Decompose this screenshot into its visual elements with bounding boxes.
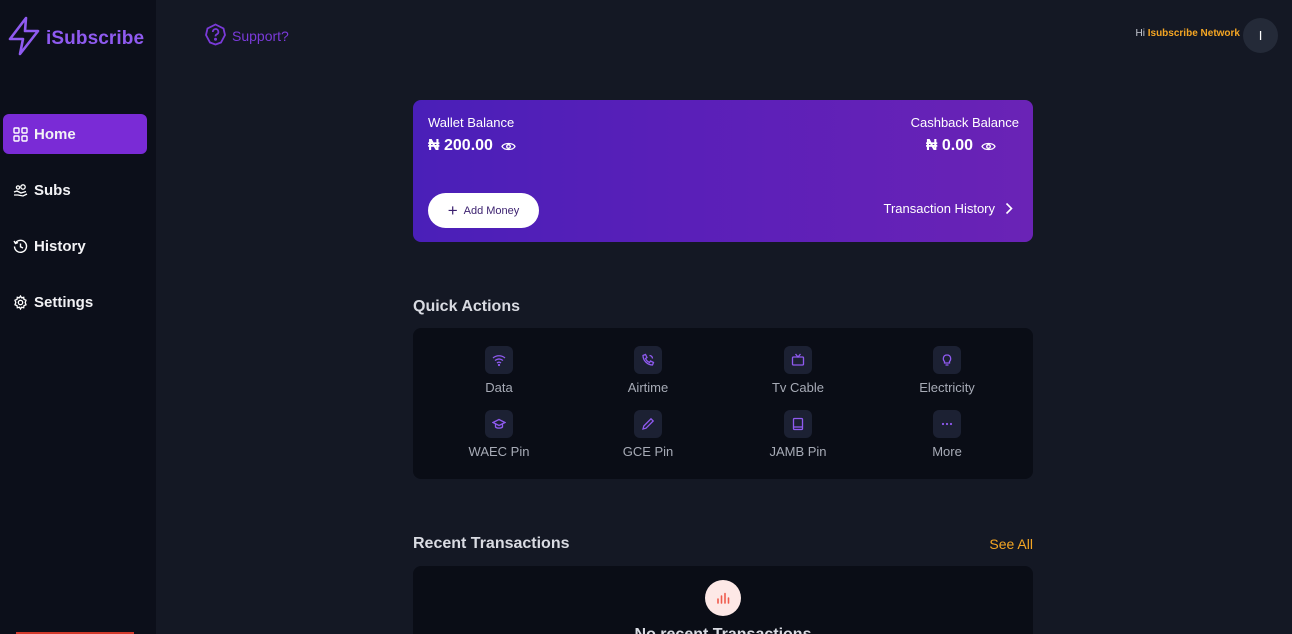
wallet-balance-label: Wallet Balance bbox=[428, 115, 515, 130]
quick-actions-panel: Data Airtime Tv Cable Electricity WAEC P… bbox=[413, 328, 1033, 479]
wifi-icon bbox=[485, 346, 513, 374]
hand-coins-icon bbox=[13, 183, 28, 198]
user-greeting: Hi Isubscribe Network bbox=[1136, 28, 1241, 39]
quick-action-label: Data bbox=[485, 380, 513, 395]
quick-action-label: Tv Cable bbox=[771, 380, 825, 395]
sidebar-item-label: Home bbox=[34, 125, 76, 143]
recent-transactions-panel: No recent Transactions bbox=[413, 566, 1033, 634]
quick-action-label: JAMB Pin bbox=[769, 444, 827, 459]
quick-action-more[interactable]: More bbox=[887, 410, 1007, 459]
sidebar-item-home[interactable]: Home bbox=[3, 114, 147, 154]
wallet-balance-amount: ₦ 200.00 bbox=[428, 137, 516, 155]
graduation-cap-icon bbox=[485, 410, 513, 438]
eye-icon[interactable] bbox=[501, 141, 516, 152]
quick-actions-title: Quick Actions bbox=[413, 298, 520, 315]
sidebar: iSubscribe Home Subs History Settings bbox=[0, 0, 156, 634]
quick-action-label: Airtime bbox=[627, 380, 669, 395]
plus-icon: + bbox=[447, 201, 458, 220]
support-label: Support? bbox=[232, 28, 289, 44]
history-icon bbox=[13, 239, 28, 254]
sidebar-item-subs[interactable]: Subs bbox=[3, 170, 147, 210]
quick-action-label: More bbox=[932, 444, 962, 459]
cashback-balance-amount: ₦ 0.00 bbox=[926, 137, 996, 155]
book-icon bbox=[784, 410, 812, 438]
avatar[interactable]: I bbox=[1243, 18, 1278, 53]
sidebar-item-history[interactable]: History bbox=[3, 226, 147, 266]
wallet-card: Wallet Balance ₦ 200.00 Cashback Balance… bbox=[413, 100, 1033, 242]
greeting-prefix: Hi bbox=[1135, 28, 1145, 39]
more-dots-icon bbox=[933, 410, 961, 438]
recent-transactions-title: Recent Transactions bbox=[413, 535, 570, 552]
sidebar-item-label: Settings bbox=[34, 293, 94, 311]
cashback-balance-value: ₦ 0.00 bbox=[925, 137, 973, 154]
lightbulb-icon bbox=[933, 346, 961, 374]
brand-logo[interactable]: iSubscribe bbox=[6, 16, 144, 61]
sidebar-nav: Home Subs History Settings bbox=[3, 114, 147, 338]
pencil-icon bbox=[634, 410, 662, 438]
wallet-balance-value: ₦ 200.00 bbox=[428, 137, 493, 154]
quick-action-tv-cable[interactable]: Tv Cable bbox=[738, 346, 858, 395]
quick-action-gce-pin[interactable]: GCE Pin bbox=[588, 410, 708, 459]
quick-action-data[interactable]: Data bbox=[439, 346, 559, 395]
eye-icon[interactable] bbox=[981, 141, 996, 152]
user-name: Isubscribe Network bbox=[1147, 28, 1240, 39]
quick-action-label: Electricity bbox=[919, 380, 975, 395]
quick-action-label: GCE Pin bbox=[622, 444, 674, 459]
phone-icon bbox=[634, 346, 662, 374]
lightning-bolt-icon bbox=[6, 16, 42, 61]
support-link[interactable]: Support? bbox=[204, 23, 289, 49]
transaction-history-label: Transaction History bbox=[883, 201, 996, 216]
quick-action-waec-pin[interactable]: WAEC Pin bbox=[439, 410, 559, 459]
add-money-button[interactable]: + Add Money bbox=[428, 193, 539, 228]
sidebar-item-label: Subs bbox=[34, 181, 71, 199]
brand-name: iSubscribe bbox=[46, 27, 145, 49]
chevron-right-icon bbox=[1005, 202, 1013, 215]
sidebar-item-label: History bbox=[34, 237, 86, 255]
bar-chart-icon bbox=[705, 580, 741, 616]
gear-icon bbox=[13, 294, 28, 310]
quick-action-electricity[interactable]: Electricity bbox=[887, 346, 1007, 395]
quick-action-airtime[interactable]: Airtime bbox=[588, 346, 708, 395]
help-circle-icon bbox=[204, 23, 227, 49]
transaction-history-link[interactable]: Transaction History bbox=[884, 201, 1014, 216]
sidebar-item-settings[interactable]: Settings bbox=[3, 282, 147, 322]
cashback-balance-label: Cashback Balance bbox=[910, 115, 1019, 130]
quick-action-label: WAEC Pin bbox=[468, 444, 530, 459]
grid-icon bbox=[13, 126, 28, 142]
see-all-link[interactable]: See All bbox=[989, 536, 1033, 552]
empty-state-text: No recent Transactions bbox=[413, 626, 1033, 634]
add-money-label: Add Money bbox=[463, 204, 520, 217]
quick-action-jamb-pin[interactable]: JAMB Pin bbox=[738, 410, 858, 459]
tv-icon bbox=[784, 346, 812, 374]
